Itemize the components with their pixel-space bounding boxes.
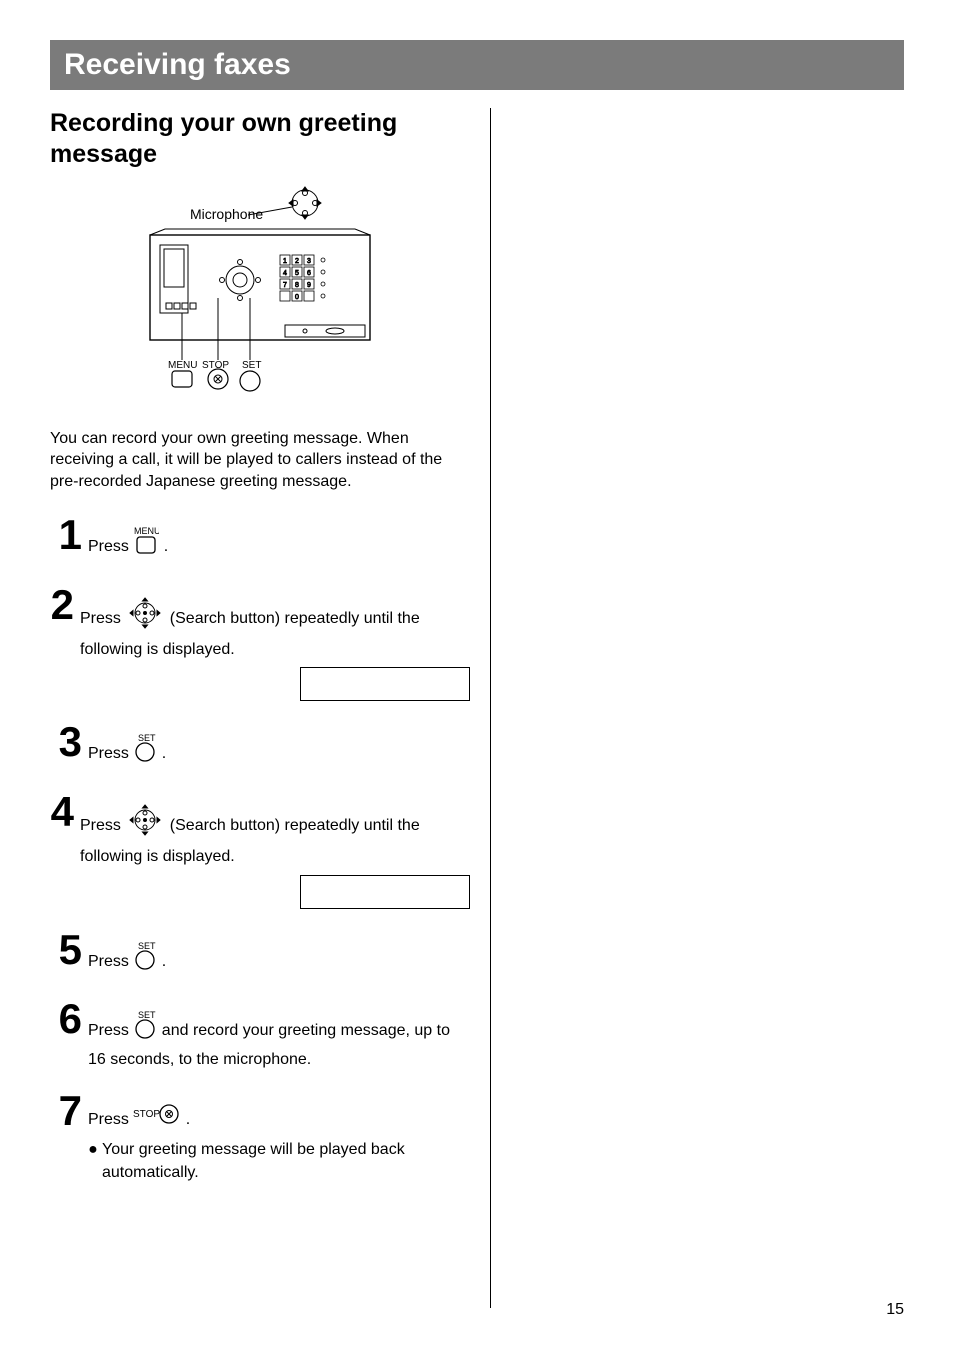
step-1-body: Press MENU . [88,514,470,565]
svg-text:SET: SET [138,1010,156,1020]
bullet-dot-icon: ● [88,1139,98,1184]
svg-text:9: 9 [307,282,311,289]
step-3: 3 Press SET . [50,721,470,772]
svg-text:5: 5 [295,270,299,277]
menu-button-icon: MENU [133,526,159,563]
step-1-text-b: . [164,538,168,555]
step-1-text-a: Press [88,538,133,555]
search-nav-icon [125,596,165,637]
svg-text:SET: SET [138,733,156,743]
manual-page: Receiving faxes Recording your own greet… [0,0,954,1349]
svg-text:0: 0 [295,294,299,301]
svg-text:1: 1 [283,258,287,265]
svg-text:SET: SET [242,360,261,371]
svg-text:6: 6 [307,270,311,277]
set-button-icon-2: SET [133,941,157,978]
step-1-number: 1 [50,514,82,556]
step-2-number: 2 [50,584,74,626]
step-6-number: 6 [50,998,82,1040]
display-box-1 [300,667,470,701]
content-columns: Recording your own greeting message [50,108,904,1308]
step-6: 6 Press SET and record your greeting mes… [50,998,470,1072]
microphone-label-svg: Microphone [190,206,263,222]
step-5-text-a: Press [88,953,133,970]
step-7-bullet-text: Your greeting message will be played bac… [98,1139,470,1184]
intro-paragraph: You can record your own greeting message… [50,428,470,493]
stop-button-icon: STOP [133,1102,181,1133]
step-7-bullet: ● Your greeting message will be played b… [88,1139,470,1184]
step-2: 2 Press [50,584,470,704]
step-4-body: Press [80,791,470,911]
step-3-text-b: . [162,745,166,762]
svg-text:STOP: STOP [133,1109,160,1120]
step-7: 7 Press STOP . ● Your greeting message w… [50,1090,470,1184]
step-3-body: Press SET . [88,721,470,772]
section-heading: Recording your own greeting message [50,108,470,171]
page-title-bar: Receiving faxes [50,40,904,90]
step-7-text-a: Press [88,1111,133,1128]
svg-text:MENU: MENU [168,360,197,371]
page-title-text: Receiving faxes [64,48,291,81]
step-3-text-a: Press [88,745,133,762]
set-button-icon: SET [133,733,157,770]
step-1: 1 Press MENU . [50,514,470,565]
svg-text:SET: SET [138,941,156,951]
set-button-icon-3: SET [133,1010,157,1047]
page-number: 15 [886,1301,904,1319]
step-7-text-b: . [186,1111,190,1128]
step-2-text-a: Press [80,610,125,627]
step-5-number: 5 [50,929,82,971]
right-column [491,108,904,1308]
svg-text:3: 3 [307,258,311,265]
step-2-body: Press [80,584,470,704]
step-6-text-a: Press [88,1022,133,1039]
left-column: Recording your own greeting message [50,108,490,1308]
step-4-number: 4 [50,791,74,833]
step-7-body: Press STOP . ● Your greeting message wil… [88,1090,470,1184]
device-illustration: Microphone [50,185,470,410]
svg-text:MENU: MENU [134,526,159,536]
step-4-text-a: Press [80,817,125,834]
step-5-body: Press SET . [88,929,470,980]
step-6-body: Press SET and record your greeting messa… [88,998,470,1072]
display-box-2 [300,875,470,909]
svg-text:2: 2 [295,258,299,265]
step-5-text-b: . [162,953,166,970]
search-nav-icon-2 [125,803,165,844]
svg-text:8: 8 [295,282,299,289]
step-7-number: 7 [50,1090,82,1132]
step-3-number: 3 [50,721,82,763]
svg-text:7: 7 [283,282,287,289]
step-5: 5 Press SET . [50,929,470,980]
svg-text:4: 4 [283,270,287,277]
step-4: 4 Press [50,791,470,911]
fax-device-svg: Microphone [130,185,390,405]
